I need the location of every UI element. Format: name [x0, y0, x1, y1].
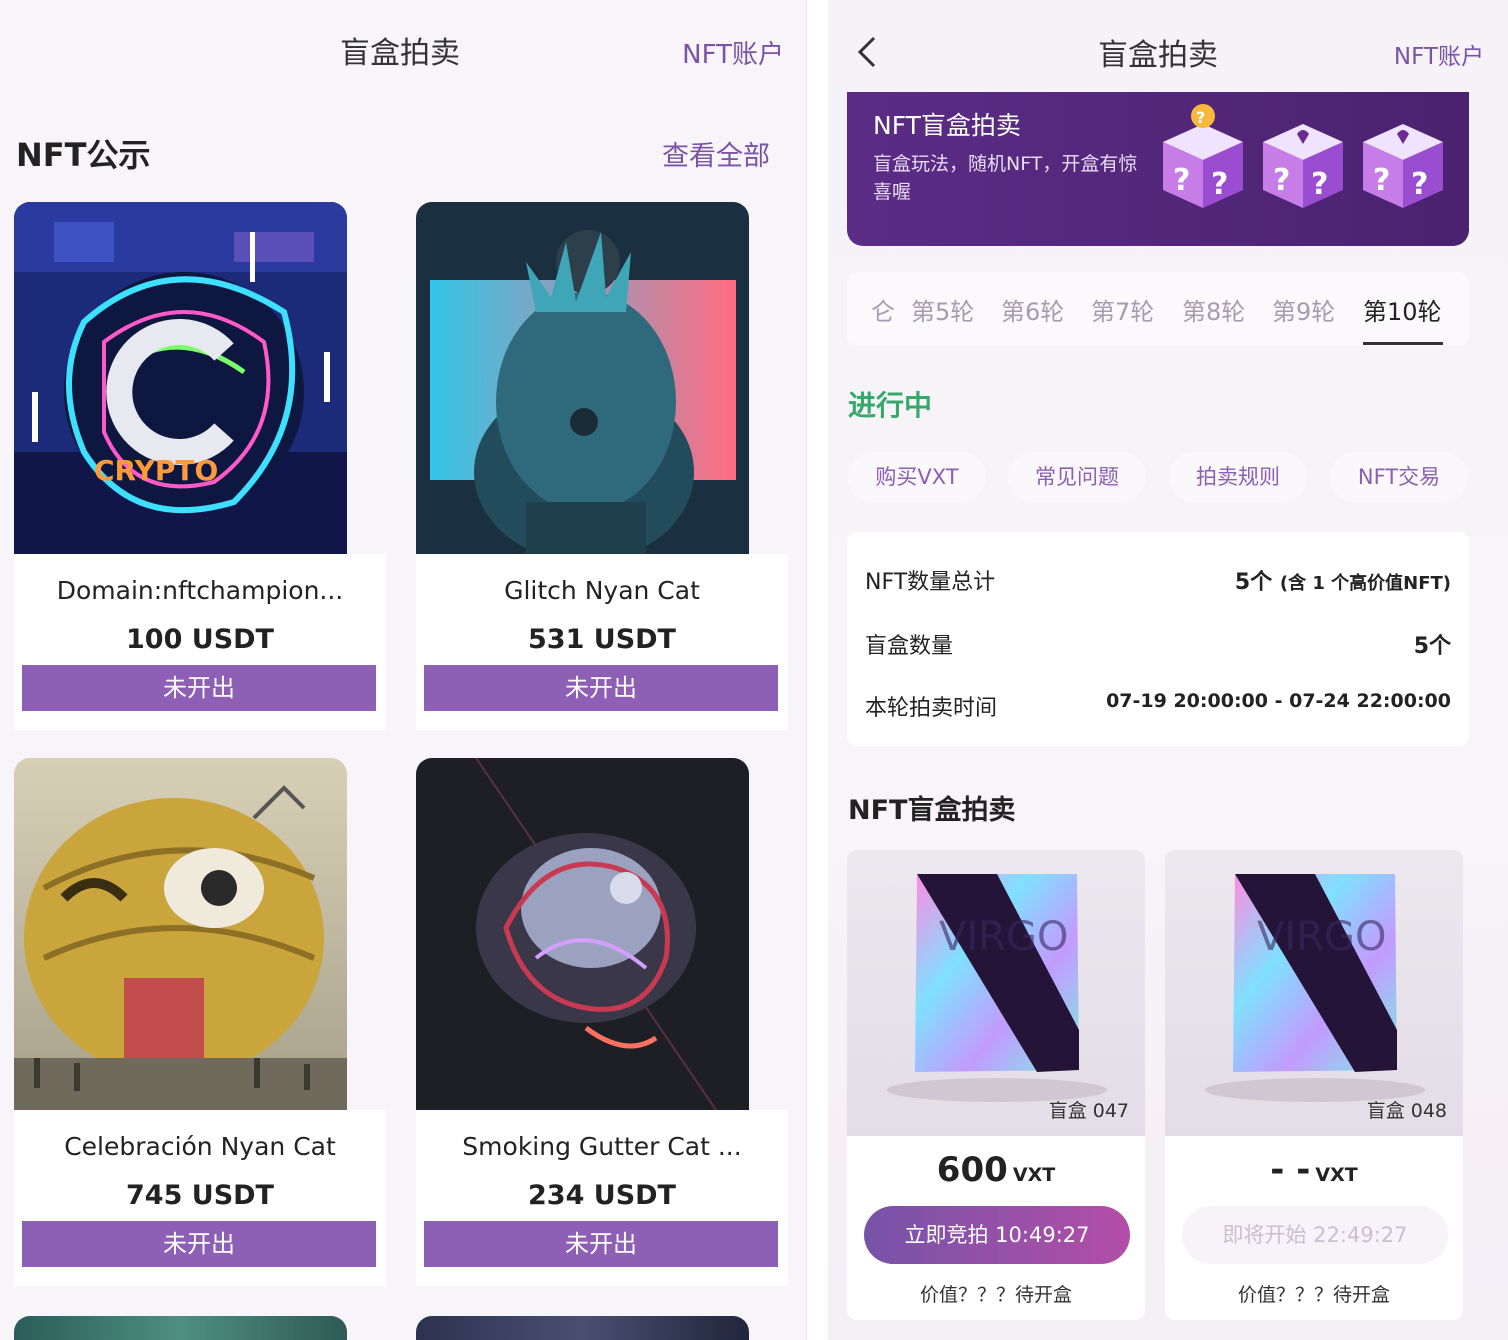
nft-artwork — [416, 202, 749, 554]
svg-text:?: ? — [1173, 163, 1190, 198]
tab-round-6[interactable]: 第6轮 — [1001, 292, 1064, 327]
nft-price: 531 USDT — [528, 624, 676, 655]
nft-account-link[interactable]: NFT账户 — [1394, 37, 1484, 71]
svg-text:?: ? — [1411, 167, 1428, 202]
stat-row: 盲盒数量 5个 — [865, 628, 1451, 668]
stat-label: 盲盒数量 — [865, 634, 954, 659]
nft-artwork — [14, 758, 347, 1110]
active-tab-indicator — [1363, 342, 1443, 345]
nft-price: 100 USDT — [126, 624, 274, 655]
nft-card[interactable]: Celebración Nyan Cat 745 USDT 未开出 — [14, 758, 386, 1286]
blind-box-card[interactable]: VIRGO 盲盒 048 - - VXT 即将开始 22:49:27 价值？？？… — [1165, 850, 1463, 1320]
view-all-link[interactable]: 查看全部 — [662, 134, 770, 173]
stat-row: 本轮拍卖时间 07-19 20:00:00 - 07-24 22:00:00 — [865, 690, 1451, 730]
promo-banner[interactable]: NFT盲盒拍卖 盲盒玩法，随机NFT，开盒有惊喜喔 ? ? ? ? ? ? ? — [847, 92, 1469, 246]
nft-artwork-partial — [14, 1316, 347, 1340]
status-button[interactable]: 未开出 — [424, 665, 778, 711]
tab-round-7[interactable]: 第7轮 — [1091, 292, 1154, 327]
box-number: 盲盒 048 — [1366, 1100, 1447, 1122]
stat-row: NFT数量总计 5个 (含 1 个高价值NFT) — [865, 564, 1451, 604]
price-value: - - — [1270, 1150, 1311, 1190]
panel-divider — [806, 0, 828, 1340]
round-tabs: 仑 第5轮 第6轮 第7轮 第8轮 第9轮 第10轮 — [847, 272, 1469, 346]
blind-box-image: VIRGO 盲盒 047 — [847, 850, 1145, 1136]
bid-now-button[interactable]: 立即竞拍 10:49:27 — [864, 1206, 1130, 1264]
box-value-text: 价值？？？待开盒 — [919, 1284, 1072, 1306]
section-title: NFT公示 — [16, 136, 151, 174]
svg-text:CRYPTO: CRYPTO — [94, 454, 218, 487]
tab-round-5[interactable]: 第5轮 — [911, 292, 974, 327]
nft-card-info: Smoking Gutter Cat ... 234 USDT 未开出 — [416, 1110, 788, 1286]
gift-box-icon: ? ? — [1357, 104, 1449, 214]
faq-button[interactable]: 常见问题 — [1008, 452, 1146, 502]
status-button[interactable]: 未开出 — [424, 1221, 778, 1267]
nft-price: 234 USDT — [528, 1180, 676, 1211]
price-unit: VXT — [1315, 1164, 1358, 1186]
stat-value-main: 5个 — [1234, 570, 1273, 595]
tab-round-10[interactable]: 第10轮 — [1363, 292, 1442, 327]
nft-artwork-partial — [416, 1316, 749, 1340]
nft-card-info: Domain:nftchampion... 100 USDT 未开出 — [14, 554, 386, 730]
svg-text:VIRGO: VIRGO — [1257, 914, 1386, 960]
nft-name: Smoking Gutter Cat ... — [462, 1132, 742, 1161]
svg-text:?: ? — [1273, 163, 1290, 198]
box-price: - - VXT — [1165, 1150, 1463, 1190]
blind-box-image: VIRGO 盲盒 048 — [1165, 850, 1463, 1136]
round-stats-card: NFT数量总计 5个 (含 1 个高价值NFT) 盲盒数量 5个 本轮拍卖时间 … — [847, 532, 1469, 746]
left-screen: 盲盒拍卖 NFT账户 NFT公示 查看全部 CRYPTO Domain:nftc… — [0, 0, 806, 1340]
coming-soon-button[interactable]: 即将开始 22:49:27 — [1182, 1206, 1448, 1264]
price-unit: VXT — [1012, 1164, 1056, 1186]
nft-name: Celebración Nyan Cat — [64, 1132, 336, 1161]
auction-rules-button[interactable]: 拍卖规则 — [1169, 452, 1307, 502]
stat-value: 07-19 20:00:00 - 07-24 22:00:00 — [1106, 690, 1451, 712]
box-value-text: 价值？？？待开盒 — [1237, 1284, 1390, 1306]
status-button[interactable]: 未开出 — [22, 1221, 376, 1267]
stat-label: 本轮拍卖时间 — [865, 696, 998, 721]
tab-round-9[interactable]: 第9轮 — [1272, 292, 1335, 327]
buy-vxt-button[interactable]: 购买VXT — [848, 452, 986, 502]
blind-box-card[interactable]: VIRGO 盲盒 047 600 VXT 立即竞拍 10:49:27 价值？？？… — [847, 850, 1145, 1320]
screen: 盲盒拍卖 NFT账户 NFT公示 查看全部 CRYPTO Domain:nftc… — [0, 0, 1508, 1340]
nft-account-link[interactable]: NFT账户 — [682, 34, 784, 71]
box-number: 盲盒 047 — [1048, 1100, 1129, 1122]
tab-round-partial[interactable]: 仑 — [871, 292, 895, 327]
nft-artwork — [416, 758, 749, 1110]
tab-round-8[interactable]: 第8轮 — [1182, 292, 1245, 327]
gift-box-icon: ? ? — [1257, 104, 1349, 214]
right-screen: 盲盒拍卖 NFT账户 NFT盲盒拍卖 盲盒玩法，随机NFT，开盒有惊喜喔 ? ?… — [828, 0, 1508, 1340]
nft-name: Domain:nftchampion... — [56, 576, 344, 605]
nft-card[interactable]: Smoking Gutter Cat ... 234 USDT 未开出 — [416, 758, 788, 1286]
nft-card-info: Glitch Nyan Cat 531 USDT 未开出 — [416, 554, 788, 730]
stat-value-note: (含 1 个高价值NFT) — [1279, 573, 1451, 594]
section-title: NFT盲盒拍卖 — [848, 795, 1016, 826]
svg-text:?: ? — [1373, 163, 1390, 198]
svg-text:?: ? — [1311, 167, 1328, 202]
gift-box-icon: ? ? ? — [1157, 104, 1249, 214]
status-button[interactable]: 未开出 — [22, 665, 376, 711]
stat-value: 5个 (含 1 个高价值NFT) — [1235, 564, 1451, 596]
nft-card[interactable]: CRYPTO Domain:nftchampion... 100 USDT 未开… — [14, 202, 386, 730]
price-value: 600 — [936, 1150, 1008, 1190]
stat-value: 5个 — [1413, 634, 1451, 659]
svg-text:?: ? — [1196, 108, 1205, 127]
page-title: 盲盒拍卖 — [340, 36, 460, 71]
nft-artwork: CRYPTO — [14, 202, 347, 554]
svg-text:?: ? — [1211, 167, 1228, 202]
page-title: 盲盒拍卖 — [1098, 38, 1218, 73]
nft-name: Glitch Nyan Cat — [504, 576, 700, 605]
banner-description: 盲盒玩法，随机NFT，开盒有惊喜喔 — [873, 153, 1138, 203]
nft-card[interactable]: Glitch Nyan Cat 531 USDT 未开出 — [416, 202, 788, 730]
banner-title: NFT盲盒拍卖 — [873, 111, 1021, 140]
stat-label: NFT数量总计 — [865, 570, 996, 595]
nft-price: 745 USDT — [126, 1180, 274, 1211]
box-price: 600 VXT — [847, 1150, 1145, 1190]
nft-card-info: Celebración Nyan Cat 745 USDT 未开出 — [14, 1110, 386, 1286]
svg-text:VIRGO: VIRGO — [939, 914, 1068, 960]
nft-trade-button[interactable]: NFT交易 — [1330, 452, 1468, 502]
status-heading: 进行中 — [848, 389, 933, 422]
